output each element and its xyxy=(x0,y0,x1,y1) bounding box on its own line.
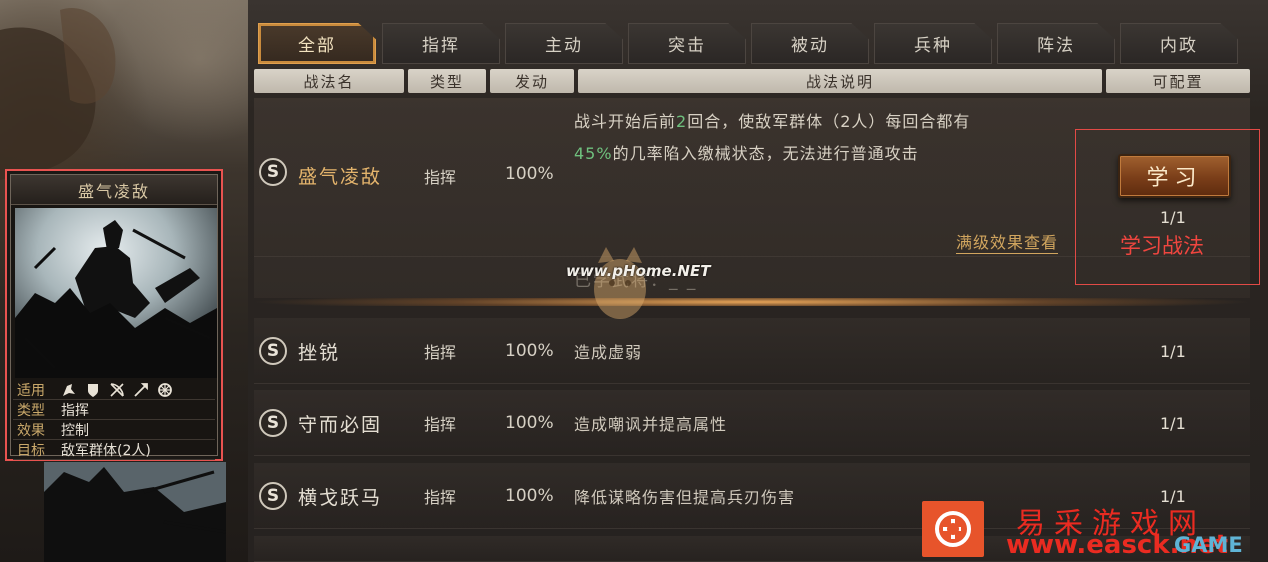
row-background xyxy=(254,318,1250,384)
skill-desc-line-2: 45%的几率陷入缴械状态，无法进行普通攻击 xyxy=(574,140,919,164)
stat-value: 控制 xyxy=(61,422,89,439)
desc-highlight: 45% xyxy=(574,144,613,163)
stat-key: 类型 xyxy=(17,402,45,419)
tab-passive[interactable]: 被动 xyxy=(751,23,869,64)
stat-row-effect: 效果 控制 xyxy=(13,420,215,440)
stat-key: 适用 xyxy=(17,382,45,399)
desc-text: 回合，使敌军群体（2人）每回合都有 xyxy=(687,112,971,131)
tab-all[interactable]: 全部 xyxy=(258,23,376,64)
skill-desc: 造成嘲讽并提高属性 xyxy=(574,415,728,434)
desc-text: 战斗开始后前 xyxy=(574,112,677,131)
troop-icons xyxy=(61,382,173,398)
config-count: 1/1 xyxy=(1160,341,1186,361)
skill-desc-line-1: 战斗开始后前2回合，使敌军群体（2人）每回合都有 xyxy=(574,108,970,132)
site-watermark: 易采游戏网 www.easck.net GAME xyxy=(920,498,1265,562)
column-header-type[interactable]: 类型 xyxy=(408,69,486,93)
stat-row-type: 类型 指挥 xyxy=(13,400,215,420)
wheel-icon xyxy=(158,382,172,397)
tab-assault[interactable]: 突击 xyxy=(628,23,746,64)
stat-key: 效果 xyxy=(17,422,45,439)
skill-row[interactable]: S 挫锐 指挥 100% 造成虚弱 1/1 xyxy=(254,318,1250,384)
tab-command[interactable]: 指挥 xyxy=(382,23,500,64)
column-header-rate[interactable]: 发动 xyxy=(490,69,574,93)
card-artwork xyxy=(15,208,217,378)
pchome-watermark: www.pHome.NET xyxy=(566,262,711,280)
grade-badge: S xyxy=(259,482,287,510)
card-stats: 适用 类型 指挥 效果 控制 目标 敌军群体(2人) xyxy=(13,380,215,460)
glow-divider xyxy=(254,298,1250,306)
annotation-label: 学习战法 xyxy=(1120,234,1204,258)
skill-name: 守而必固 xyxy=(298,413,383,436)
skill-name: 横戈跃马 xyxy=(298,486,383,509)
shield-icon xyxy=(88,383,98,397)
skill-type: 指挥 xyxy=(424,168,457,187)
column-header-name[interactable]: 战法名 xyxy=(254,69,404,93)
skill-name: 挫锐 xyxy=(298,341,341,364)
cavalry-icon xyxy=(63,383,75,396)
skill-row[interactable]: S 守而必固 指挥 100% 造成嘲讽并提高属性 1/1 xyxy=(254,390,1250,456)
skill-type: 指挥 xyxy=(424,488,457,507)
mascot-watermark-icon xyxy=(594,247,646,319)
skill-card-frame: 盛气凌敌 适用 类型 指挥 效果 控制 目标 敌军群体(2人) xyxy=(10,174,218,460)
bow-icon xyxy=(110,382,124,397)
card-title: 盛气凌敌 xyxy=(11,175,217,205)
site-logo-icon xyxy=(922,501,984,557)
row-background xyxy=(254,390,1250,456)
tab-active[interactable]: 主动 xyxy=(505,23,623,64)
tab-formation[interactable]: 阵法 xyxy=(997,23,1115,64)
skill-rate: 100% xyxy=(505,486,554,506)
site-game-label: GAME xyxy=(1174,533,1243,557)
skill-rate: 100% xyxy=(505,164,554,184)
skill-rate: 100% xyxy=(505,413,554,433)
skill-desc: 降低谋略伤害但提高兵刃伤害 xyxy=(574,488,796,507)
grade-badge: S xyxy=(259,158,287,186)
skill-type: 指挥 xyxy=(424,415,457,434)
grade-badge: S xyxy=(259,337,287,365)
column-header-config[interactable]: 可配置 xyxy=(1106,69,1250,93)
tab-internal[interactable]: 内政 xyxy=(1120,23,1238,64)
stat-row-target: 目标 敌军群体(2人) xyxy=(13,440,215,460)
skill-desc: 造成虚弱 xyxy=(574,343,643,362)
config-count: 1/1 xyxy=(1160,413,1186,433)
annotation-box xyxy=(1075,129,1260,285)
stat-row-troops: 适用 xyxy=(13,380,215,400)
desc-highlight: 2 xyxy=(676,112,688,131)
skill-rate: 100% xyxy=(505,341,554,361)
tab-troop[interactable]: 兵种 xyxy=(874,23,992,64)
grade-badge: S xyxy=(259,409,287,437)
spear-icon xyxy=(134,382,148,397)
stat-value: 指挥 xyxy=(61,402,89,419)
stat-key: 目标 xyxy=(17,442,45,459)
column-header-desc: 战法说明 xyxy=(578,69,1102,93)
next-card-artwork xyxy=(44,462,226,562)
skill-type: 指挥 xyxy=(424,343,457,362)
stat-value: 敌军群体(2人) xyxy=(61,442,151,459)
skill-card[interactable]: 盛气凌敌 适用 类型 指挥 效果 控制 目标 敌军群体(2人) xyxy=(5,169,223,461)
desc-text: 的几率陷入缴械状态，无法进行普通攻击 xyxy=(612,144,919,163)
max-level-effect-link[interactable]: 满级效果查看 xyxy=(956,229,1059,254)
site-logo-glyph xyxy=(935,511,971,547)
skill-name: 盛气凌敌 xyxy=(298,166,383,188)
